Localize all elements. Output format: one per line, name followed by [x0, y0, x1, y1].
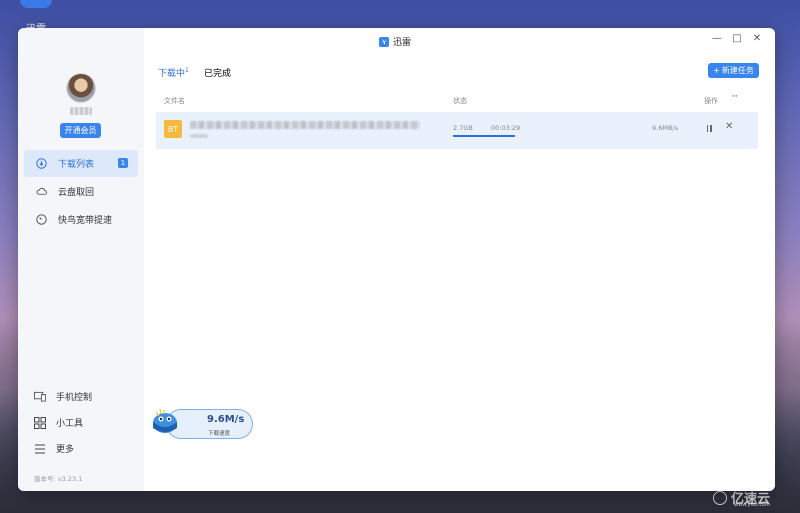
version-label: 版本号: v3.23.1	[34, 475, 83, 483]
new-task-button[interactable]: + 新建任务	[708, 63, 759, 78]
window-title: 迅雷	[379, 35, 411, 48]
file-name-redacted	[190, 121, 420, 129]
table-row[interactable]: BT 2.7GB 00:03:29 9.6MB/s ✕	[156, 112, 758, 149]
phone-monitor-icon	[34, 391, 46, 403]
time-remaining: 00:03:29	[491, 124, 521, 132]
plus-icon: +	[713, 66, 720, 75]
tab-completed[interactable]: 已完成	[204, 66, 231, 79]
thunder-logo-icon	[379, 36, 389, 47]
new-task-label: 新建任务	[721, 66, 754, 75]
sidebar-item-download-list[interactable]: 下载列表 1	[24, 150, 138, 177]
sidebar-item-cloud-retrieve[interactable]: 云盘取回	[24, 178, 138, 205]
vip-button[interactable]: 开通会员	[60, 123, 101, 138]
file-sub-redacted	[190, 134, 208, 138]
sidebar-item-label: 云盘取回	[58, 188, 95, 198]
minimize-button[interactable]: —	[710, 33, 724, 44]
bird-mascot-icon	[150, 404, 180, 434]
cloud-icon	[36, 186, 47, 197]
sidebar: 开通会员 下载列表 1 云盘取回 快鸟宽带提速 手机控制 小工具 更多 版本号:…	[18, 28, 144, 491]
avatar[interactable]	[66, 73, 96, 103]
file-size: 2.7GB	[453, 124, 473, 132]
watermark-url: www.yisu.com	[734, 502, 770, 508]
download-speed: 9.6MB/s	[652, 124, 678, 132]
sidebar-item-label: 下载列表	[58, 160, 95, 170]
window-title-text: 迅雷	[393, 38, 412, 48]
sidebar-item-more[interactable]: 更多	[34, 442, 74, 455]
column-header-actions: 操作	[704, 97, 718, 105]
maximize-button[interactable]: □	[730, 33, 744, 44]
delete-task-button[interactable]: ✕	[725, 121, 733, 132]
progress-fill	[453, 135, 515, 137]
sidebar-item-label: 手机控制	[56, 393, 93, 403]
download-icon	[36, 158, 47, 169]
sidebar-item-label: 小工具	[56, 419, 84, 429]
grid-icon	[34, 416, 46, 429]
tab-downloading[interactable]: 下载中1	[158, 66, 189, 79]
main-panel: 迅雷 — □ ✕ 下载中1 已完成 + 新建任务 文件名 状态 操作 ··· B…	[144, 28, 775, 491]
tab-count: 1	[185, 67, 189, 74]
download-count-badge: 1	[118, 158, 128, 168]
username-redacted	[70, 107, 92, 115]
speed-widget-label: 下载速度	[208, 431, 231, 437]
close-window-button[interactable]: ✕	[750, 33, 764, 44]
tab-label: 下载中	[158, 69, 186, 79]
desktop-app-icon[interactable]	[20, 0, 52, 8]
watermark-logo-icon	[712, 490, 727, 505]
column-more-button[interactable]: ···	[731, 92, 738, 102]
sidebar-item-label: 更多	[56, 445, 75, 455]
sidebar-item-tools[interactable]: 小工具	[34, 416, 83, 429]
sidebar-item-speedup[interactable]: 快鸟宽带提速	[24, 206, 138, 233]
app-window: 开通会员 下载列表 1 云盘取回 快鸟宽带提速 手机控制 小工具 更多 版本号:…	[18, 28, 775, 491]
speedometer-icon	[36, 214, 47, 225]
pause-button[interactable]	[704, 123, 714, 133]
sidebar-item-phone-control[interactable]: 手机控制	[34, 390, 92, 403]
speed-widget-value: 9.6M/s	[207, 414, 245, 425]
column-header-status: 状态	[453, 97, 467, 105]
column-header-filename: 文件名	[164, 97, 185, 105]
menu-icon	[34, 443, 46, 455]
bt-folder-icon: BT	[164, 120, 182, 138]
sidebar-item-label: 快鸟宽带提速	[58, 216, 113, 226]
progress-bar	[453, 135, 515, 137]
tab-label: 已完成	[204, 69, 232, 79]
